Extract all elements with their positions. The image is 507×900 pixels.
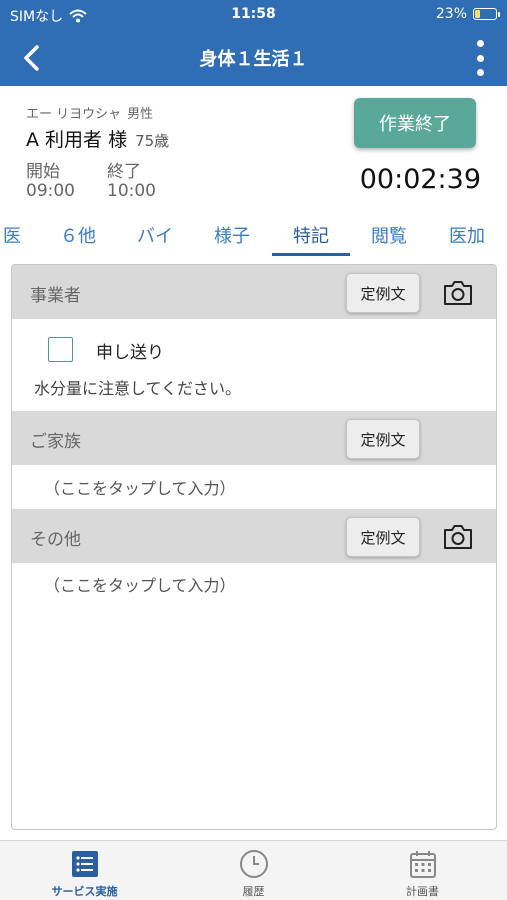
bottom-tab-history-label: 履歴 <box>242 885 265 898</box>
status-time: 11:58 <box>231 6 276 22</box>
end-time: 10:00 <box>107 181 156 201</box>
other-input-area[interactable]: （ここをタップして入力） <box>44 572 236 596</box>
bottom-tab-service[interactable]: サービス実施 <box>0 841 169 900</box>
client-name-row: A 利用者 様 75歳 <box>26 125 169 152</box>
battery-fill <box>475 10 481 18</box>
nav-bar: 身体１生活１ <box>0 30 507 86</box>
client-kana-row: エー リヨウシャ 男性 <box>26 103 153 122</box>
category-tabs: 医 ６他 バイ 様子 特記 閲覧 医加 <box>0 214 507 258</box>
active-tab-indicator <box>272 253 350 256</box>
bottom-tab-plan-label: 計画書 <box>406 885 439 898</box>
notes-card: 事業者 定例文 申し送り 水分量に注意してください。 ご家族 定例文 （ここをタ… <box>11 264 497 830</box>
end-label: 終了 <box>107 162 141 182</box>
start-time: 09:00 <box>26 181 75 201</box>
family-section-title: ご家族 <box>30 432 81 452</box>
client-kana: エー リヨウシャ <box>26 107 122 122</box>
dot-icon <box>476 40 484 47</box>
more-menu-button[interactable] <box>473 40 487 76</box>
tab-condition[interactable]: 様子 <box>206 222 258 248</box>
dot-icon <box>476 54 484 62</box>
client-info: エー リヨウシャ 男性 A 利用者 様 75歳 開始 09:00 終了 10:00 … <box>0 86 507 214</box>
elapsed-timer: 00:02:39 <box>359 164 481 195</box>
tab-medical[interactable]: 医 <box>0 222 28 248</box>
client-age: 75歳 <box>135 132 170 150</box>
handover-label: 申し送り <box>96 343 164 363</box>
handover-checkbox[interactable] <box>48 337 73 362</box>
family-input-area[interactable]: （ここをタップして入力） <box>44 475 236 499</box>
battery-percent: 23% <box>435 6 467 22</box>
other-template-button[interactable]: 定例文 <box>346 517 420 557</box>
tab-medical-add[interactable]: 医加 <box>440 222 494 248</box>
business-note-text[interactable]: 水分量に注意してください。 <box>34 375 241 399</box>
finish-work-button[interactable]: 作業終了 <box>354 98 476 148</box>
tab-special-notes[interactable]: 特記 <box>282 222 340 248</box>
tab-vital[interactable]: バイ <box>130 222 180 248</box>
client-gender: 男性 <box>127 107 154 122</box>
start-label: 開始 <box>26 162 60 182</box>
status-bar: SIMなし 11:58 23% <box>0 0 507 30</box>
page-title: 身体１生活１ <box>199 49 308 70</box>
tab-six-other[interactable]: ６他 <box>52 222 104 248</box>
camera-icon <box>444 525 472 549</box>
family-template-button[interactable]: 定例文 <box>346 419 420 459</box>
tab-view[interactable]: 閲覧 <box>362 222 416 248</box>
list-icon <box>72 851 98 877</box>
bottom-tab-plan[interactable]: 計画書 <box>338 841 507 900</box>
status-right: 23% <box>435 6 500 22</box>
family-section-header: ご家族 定例文 <box>12 411 496 465</box>
other-section-header: その他 定例文 <box>12 509 496 563</box>
dot-icon <box>476 69 484 76</box>
bottom-tab-history[interactable]: 履歴 <box>169 841 338 900</box>
camera-icon <box>444 281 472 305</box>
clock-icon <box>240 850 268 878</box>
calendar-icon <box>410 851 436 878</box>
other-camera-button[interactable] <box>442 523 474 551</box>
business-camera-button[interactable] <box>442 279 474 307</box>
bottom-tab-service-label: サービス実施 <box>51 885 118 898</box>
business-section-header: 事業者 定例文 <box>12 265 496 319</box>
bottom-tab-bar: サービス実施 履歴 計画書 <box>0 840 507 900</box>
battery-icon <box>473 8 500 20</box>
business-section-title: 事業者 <box>30 286 81 306</box>
other-section-title: その他 <box>30 530 81 550</box>
client-name: A 利用者 様 <box>26 129 128 151</box>
business-template-button[interactable]: 定例文 <box>346 273 420 313</box>
